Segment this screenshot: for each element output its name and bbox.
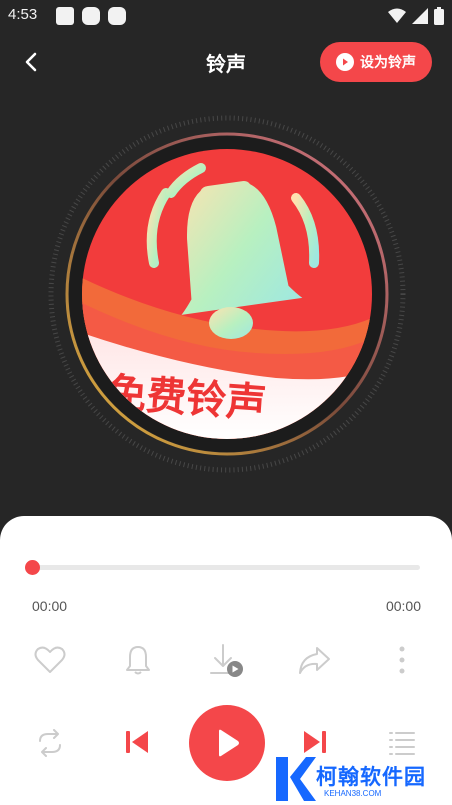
system-icons	[388, 7, 444, 25]
play-button[interactable]	[189, 705, 265, 781]
progress-thumb[interactable]	[25, 560, 40, 575]
more-button[interactable]	[392, 643, 412, 677]
set-ringtone-label: 设为铃声	[360, 55, 416, 71]
total-time: 00:00	[385, 598, 421, 614]
skip-next-icon	[304, 731, 326, 753]
status-bar: 4:53	[0, 0, 452, 30]
set-ringtone-button[interactable]: 设为铃声	[320, 42, 432, 82]
header: 铃声 设为铃声	[0, 38, 452, 84]
notification-icons	[56, 7, 126, 25]
play-icon	[219, 729, 239, 757]
album-disc: 免费铃声	[46, 113, 408, 475]
heart-icon	[34, 646, 66, 673]
disc-graphic: 免费铃声	[48, 115, 406, 473]
ringtone-set-button[interactable]	[122, 643, 154, 677]
current-time: 00:00	[32, 598, 68, 614]
repeat-icon	[39, 729, 61, 757]
notification-icon	[82, 7, 100, 25]
download-button[interactable]	[207, 643, 247, 679]
wifi-icon	[388, 8, 406, 23]
watermark-logo: 柯翰软件园 KEHAN38.COM	[270, 752, 452, 805]
notification-icon	[56, 7, 74, 25]
favorite-button[interactable]	[32, 644, 68, 676]
cover-art: 免费铃声	[82, 149, 372, 439]
share-icon	[299, 647, 330, 674]
battery-icon	[434, 7, 444, 25]
back-arrow-icon	[25, 52, 37, 72]
skip-previous-icon	[126, 731, 148, 753]
progress-bar[interactable]	[32, 565, 420, 570]
watermark-title: 柯翰软件园	[316, 765, 426, 789]
more-vertical-icon	[399, 646, 405, 674]
back-button[interactable]	[18, 48, 46, 76]
previous-button[interactable]	[122, 728, 152, 756]
download-icon	[210, 644, 243, 677]
bell-icon	[126, 646, 150, 675]
notification-icon	[108, 7, 126, 25]
status-time: 4:53	[8, 6, 38, 23]
play-circle-icon	[336, 53, 354, 71]
signal-icon	[412, 8, 428, 24]
k-logo-icon	[276, 757, 316, 801]
share-button[interactable]	[296, 644, 332, 676]
repeat-button[interactable]	[32, 727, 68, 759]
watermark-subtitle: KEHAN38.COM	[324, 789, 382, 798]
cover-banner-text: 免费铃声	[105, 370, 268, 427]
